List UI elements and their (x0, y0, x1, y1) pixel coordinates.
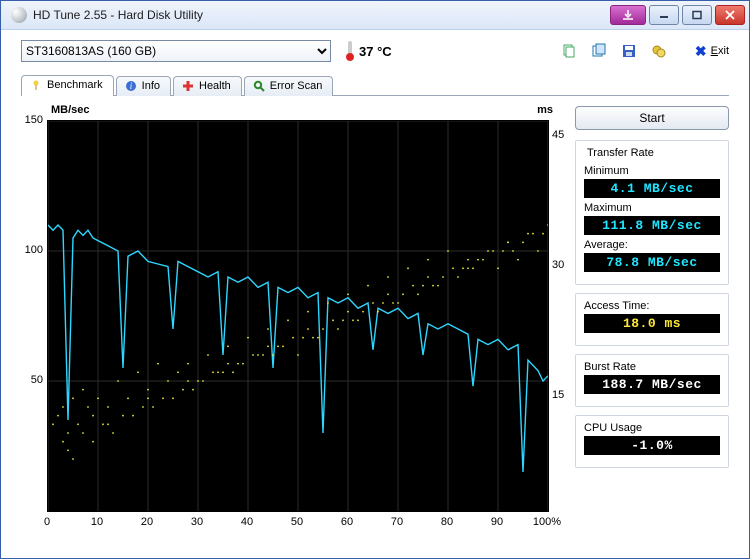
title-bar: HD Tune 2.55 - Hard Disk Utility (1, 1, 749, 30)
benchmark-chart: MB/sec ms 153045 0102030405060708090100%… (21, 106, 561, 512)
errorscan-icon (253, 80, 265, 92)
chart-svg (48, 121, 548, 511)
health-icon (182, 80, 194, 92)
burst-label: Burst Rate (584, 361, 720, 373)
drive-select[interactable]: ST3160813AS (160 GB) (21, 40, 331, 62)
info-icon: i (125, 80, 137, 92)
tab-label: Health (199, 80, 231, 92)
max-value: 111.8 MB/sec (584, 216, 720, 235)
exit-button[interactable]: ✖ Exit (695, 43, 729, 60)
tab-bar: Benchmark i Info Health Error Scan (1, 70, 749, 96)
group-title: Transfer Rate (584, 147, 657, 159)
burst-value: 188.7 MB/sec (584, 375, 720, 394)
save-button[interactable] (617, 40, 641, 62)
tab-benchmark[interactable]: Benchmark (21, 75, 114, 96)
temperature-value: 37 °C (359, 44, 392, 59)
copy-info-button[interactable] (557, 40, 581, 62)
access-value: 18.0 ms (584, 314, 720, 333)
toolbar: ST3160813AS (160 GB) 37 °C ✖ Exit (1, 30, 749, 70)
y-left-label: MB/sec (51, 104, 90, 116)
cpu-usage-group: CPU Usage -1.0% (575, 415, 729, 468)
exit-label: xit (718, 45, 729, 57)
min-label: Minimum (584, 165, 720, 177)
tab-errorscan[interactable]: Error Scan (244, 76, 334, 96)
cpu-label: CPU Usage (584, 422, 720, 434)
cpu-value: -1.0% (584, 436, 720, 455)
tab-label: Info (142, 80, 160, 92)
y-right-label: ms (537, 104, 553, 116)
avg-value: 78.8 MB/sec (584, 253, 720, 272)
tab-info[interactable]: i Info (116, 76, 171, 96)
app-icon (11, 7, 27, 23)
start-button[interactable]: Start (575, 106, 729, 130)
minimize-button[interactable] (649, 5, 679, 25)
access-label: Access Time: (584, 300, 720, 312)
tab-health[interactable]: Health (173, 76, 242, 96)
min-value: 4.1 MB/sec (584, 179, 720, 198)
maximize-button[interactable] (682, 5, 712, 25)
download-button[interactable] (610, 5, 646, 25)
tab-label: Benchmark (47, 79, 103, 91)
max-label: Maximum (584, 202, 720, 214)
exit-icon: ✖ (695, 43, 707, 60)
temperature-display: 37 °C (345, 41, 392, 61)
transfer-rate-group: Transfer Rate Minimum 4.1 MB/sec Maximum… (575, 140, 729, 285)
tab-label: Error Scan (270, 80, 323, 92)
thermometer-icon (345, 41, 355, 61)
avg-label: Average: (584, 239, 720, 251)
access-time-group: Access Time: 18.0 ms (575, 293, 729, 346)
burst-rate-group: Burst Rate 188.7 MB/sec (575, 354, 729, 407)
benchmark-icon (30, 79, 42, 91)
close-button[interactable] (715, 5, 745, 25)
options-button[interactable] (647, 40, 671, 62)
window-title: HD Tune 2.55 - Hard Disk Utility (33, 8, 610, 22)
copy-screenshot-button[interactable] (587, 40, 611, 62)
